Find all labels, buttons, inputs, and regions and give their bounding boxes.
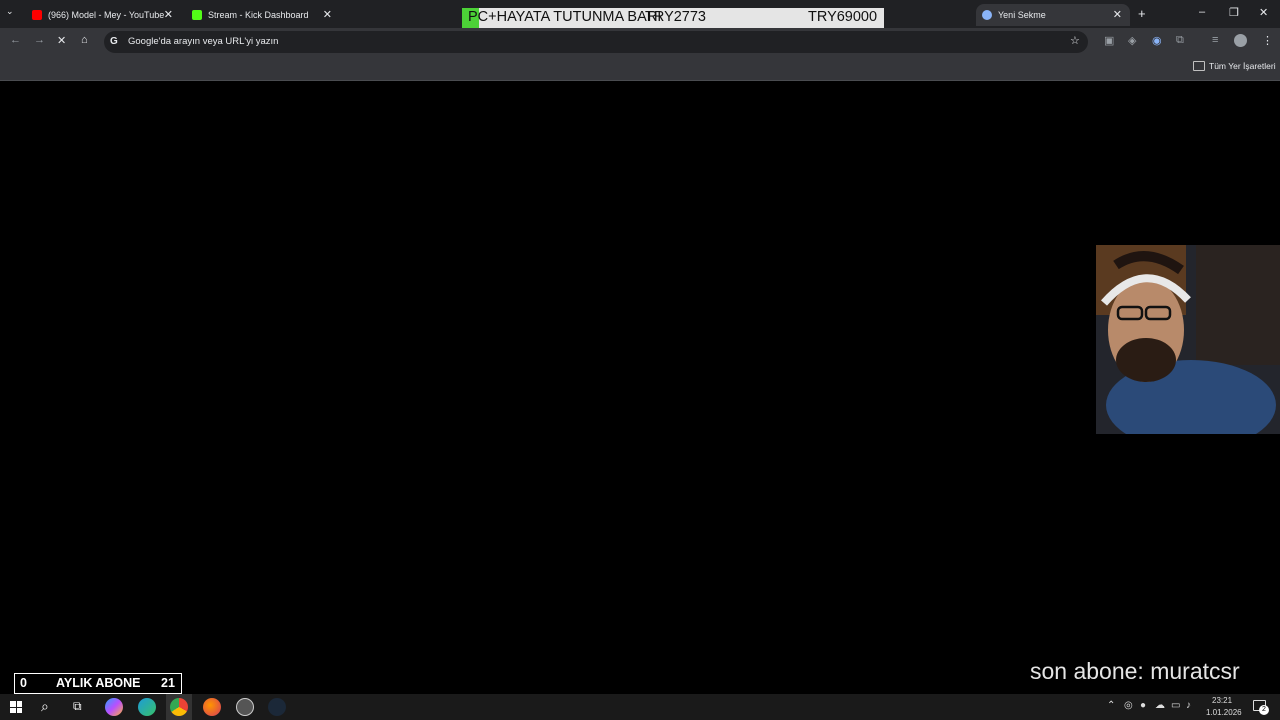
close-window-button[interactable]: ✕	[1259, 6, 1268, 19]
tab-title: Yeni Sekme	[998, 10, 1046, 20]
stop-loading-icon[interactable]: ✕	[57, 34, 66, 47]
kick-icon	[192, 10, 202, 20]
notification-badge: 2	[1259, 705, 1269, 715]
windows-taskbar	[0, 694, 1280, 720]
forward-icon[interactable]: →	[34, 34, 45, 46]
bookmarks-bar	[0, 56, 1280, 81]
tab-new[interactable]: Yeni Sekme ✕	[976, 4, 1130, 26]
youtube-icon	[32, 10, 42, 20]
network-icon[interactable]: ▭	[1171, 700, 1180, 711]
new-tab-button[interactable]: +	[1138, 6, 1146, 21]
volume-icon[interactable]: ♪	[1186, 700, 1191, 711]
edge-icon[interactable]	[138, 698, 156, 716]
obs-icon[interactable]	[236, 698, 254, 716]
copilot-icon[interactable]	[105, 698, 123, 716]
close-tab-icon[interactable]: ✕	[1113, 8, 1122, 21]
clock-time[interactable]: 23:21	[1212, 696, 1232, 705]
donation-target: TRY69000	[808, 9, 878, 25]
microphone-icon[interactable]: ●	[1140, 700, 1146, 711]
bookmark-star-icon[interactable]: ☆	[1070, 34, 1080, 47]
subscriber-right-value: 21	[161, 676, 175, 690]
google-icon: G	[110, 36, 118, 47]
puzzle-icon[interactable]: ⧉	[1176, 34, 1184, 47]
minimize-button[interactable]: –	[1199, 6, 1205, 18]
chrome-icon	[982, 10, 992, 20]
tab-title: (966) Model - Mey - YouTube	[48, 10, 165, 20]
show-hidden-icons[interactable]: ⌃	[1107, 700, 1115, 711]
menu-icon[interactable]: ⋮	[1262, 34, 1273, 47]
chrome-taskbar-icon[interactable]	[170, 698, 188, 716]
tab-kick[interactable]: Stream - Kick Dashboard ✕	[186, 4, 340, 26]
location-icon[interactable]: ◎	[1124, 700, 1133, 711]
subscriber-label: AYLIK ABONE	[56, 676, 141, 690]
maximize-button[interactable]: ❐	[1229, 6, 1239, 19]
cloud-icon[interactable]: ☁	[1155, 700, 1165, 711]
omnibox-placeholder[interactable]: Google'da arayın veya URL'yi yazın	[128, 36, 278, 47]
search-icon[interactable]: ⌕	[41, 698, 49, 715]
all-bookmarks-link[interactable]: Tüm Yer İşaretleri	[1209, 61, 1276, 71]
clock-date[interactable]: 1.01.2026	[1206, 708, 1242, 717]
home-icon[interactable]: ⌂	[81, 34, 88, 46]
subscriber-left-value: 0	[20, 676, 27, 690]
folder-icon	[1193, 61, 1205, 71]
tab-youtube[interactable]: (966) Model - Mey - YouTube ✕	[26, 4, 181, 26]
shield-icon[interactable]: ◈	[1128, 34, 1136, 47]
donation-current: TRY2773	[645, 9, 706, 25]
tab-title: Stream - Kick Dashboard	[208, 10, 309, 20]
firefox-icon[interactable]	[203, 698, 221, 716]
profile-avatar[interactable]	[1234, 34, 1247, 47]
windows-start-icon[interactable]	[10, 701, 22, 713]
donation-title: PC+HAYATA TUTUNMA BARI	[468, 9, 662, 25]
close-tab-icon[interactable]: ✕	[164, 8, 173, 21]
extension-icon[interactable]: ▣	[1104, 34, 1114, 47]
close-tab-icon[interactable]: ✕	[323, 8, 332, 21]
back-icon[interactable]: ←	[10, 34, 21, 46]
last-subscriber-text: son abone: muratcsr	[1030, 658, 1240, 684]
audio-icon[interactable]: ◉	[1152, 34, 1162, 47]
task-view-icon[interactable]: ⧉	[73, 699, 82, 714]
media-control-icon[interactable]: ≡	[1212, 34, 1218, 46]
tab-search-icon[interactable]: ⌄	[6, 6, 14, 17]
steam-icon[interactable]	[268, 698, 286, 716]
webcam-feed	[1096, 245, 1280, 434]
